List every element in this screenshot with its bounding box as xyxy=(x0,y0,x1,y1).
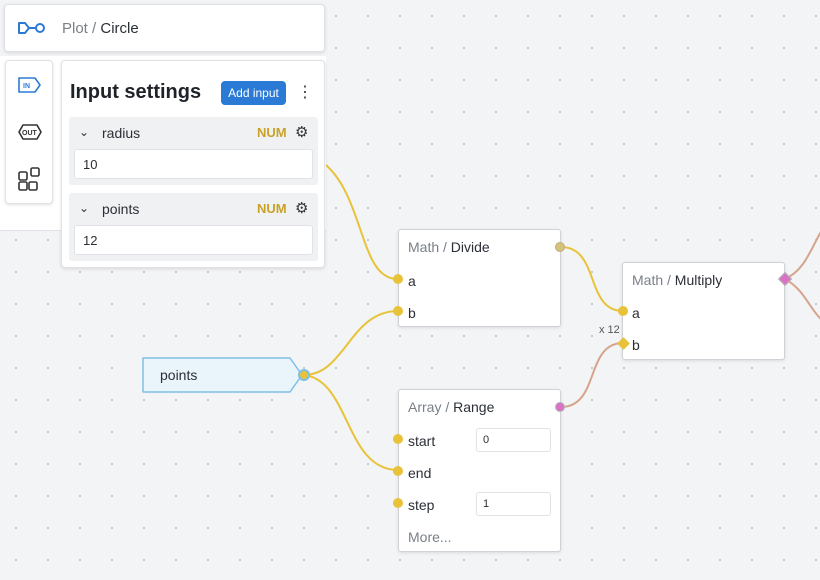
port-label-a: a xyxy=(632,305,640,321)
start-value-input[interactable] xyxy=(476,428,551,452)
more-options-icon[interactable]: ⋮ xyxy=(296,83,314,103)
node-header: Array / Range xyxy=(408,399,495,415)
radius-value-input[interactable] xyxy=(74,149,313,179)
output-node-icon: OUT xyxy=(18,124,42,140)
wire-radius-to-divide-a xyxy=(325,164,399,281)
wire-divide-to-multiply-a xyxy=(560,246,624,312)
breadcrumb: Plot / Circle xyxy=(62,19,139,37)
points-input-node[interactable]: points xyxy=(142,357,312,393)
range-end-port[interactable] xyxy=(393,466,403,476)
svg-text:OUT: OUT xyxy=(22,130,38,137)
range-output-port[interactable] xyxy=(555,402,565,412)
wire-range-to-multiply-b xyxy=(560,342,624,408)
points-output-port[interactable] xyxy=(298,369,310,381)
divide-input-b-port[interactable] xyxy=(393,306,403,316)
port-label-b: b xyxy=(408,305,416,321)
gear-icon[interactable]: ⚙ xyxy=(295,123,308,141)
points-value-input[interactable] xyxy=(74,225,313,255)
range-start-port[interactable] xyxy=(393,434,403,444)
node-header: Math / Divide xyxy=(408,239,490,255)
port-label-step: step xyxy=(408,497,435,513)
param-node-label: points xyxy=(160,367,198,383)
breadcrumb-current: Circle xyxy=(100,19,139,37)
add-output-node-button[interactable]: OUT xyxy=(16,118,44,146)
port-label-a: a xyxy=(408,273,416,289)
node-toolbar: IN OUT xyxy=(5,60,53,204)
input-type-badge: NUM xyxy=(257,125,287,140)
step-value-input[interactable] xyxy=(476,492,551,516)
add-component-button[interactable] xyxy=(16,165,44,193)
svg-text:IN: IN xyxy=(23,83,30,90)
range-node[interactable]: Array / Range start end step More... xyxy=(398,389,561,552)
wire-multiply-out-1 xyxy=(784,231,820,280)
add-input-button[interactable]: Add input xyxy=(221,81,286,105)
chevron-down-icon[interactable]: ⌄ xyxy=(79,201,89,215)
port-label-start: start xyxy=(408,433,436,449)
port-label-end: end xyxy=(408,465,432,481)
multiply-node[interactable]: Math / Multiply a b xyxy=(622,262,785,360)
input-name: radius xyxy=(102,125,141,141)
input-settings-panel: Input settings Add input ⋮ ⌄ radius NUM … xyxy=(61,60,325,268)
breadcrumb-parent[interactable]: Plot xyxy=(62,20,88,37)
graph-logo-icon xyxy=(18,22,45,34)
more-link[interactable]: More... xyxy=(408,529,452,545)
wire-multiply-out-2 xyxy=(784,278,820,320)
divide-output-port[interactable] xyxy=(555,242,565,252)
input-card-radius: ⌄ radius NUM ⚙ xyxy=(69,117,318,185)
wire-points-to-range-end xyxy=(303,374,399,471)
panel-title: Input settings xyxy=(70,81,202,103)
input-name: points xyxy=(102,201,140,217)
divide-input-a-port[interactable] xyxy=(393,274,403,284)
list-multiplier-label: x 12 xyxy=(599,324,620,336)
range-step-port[interactable] xyxy=(393,498,403,508)
multiply-input-a-port[interactable] xyxy=(618,306,628,316)
add-input-node-button[interactable]: IN xyxy=(16,71,44,99)
input-node-icon: IN xyxy=(18,77,41,93)
gear-icon[interactable]: ⚙ xyxy=(295,199,308,217)
node-header: Math / Multiply xyxy=(632,272,723,288)
chevron-down-icon[interactable]: ⌄ xyxy=(79,125,89,139)
input-type-badge: NUM xyxy=(257,201,287,216)
components-icon xyxy=(18,167,40,191)
port-label-b: b xyxy=(632,337,640,353)
title-bar: Plot / Circle xyxy=(4,4,325,52)
wire-points-to-divide-b xyxy=(303,310,399,376)
input-card-points: ⌄ points NUM ⚙ xyxy=(69,193,318,261)
divide-node[interactable]: Math / Divide a b xyxy=(398,229,561,327)
